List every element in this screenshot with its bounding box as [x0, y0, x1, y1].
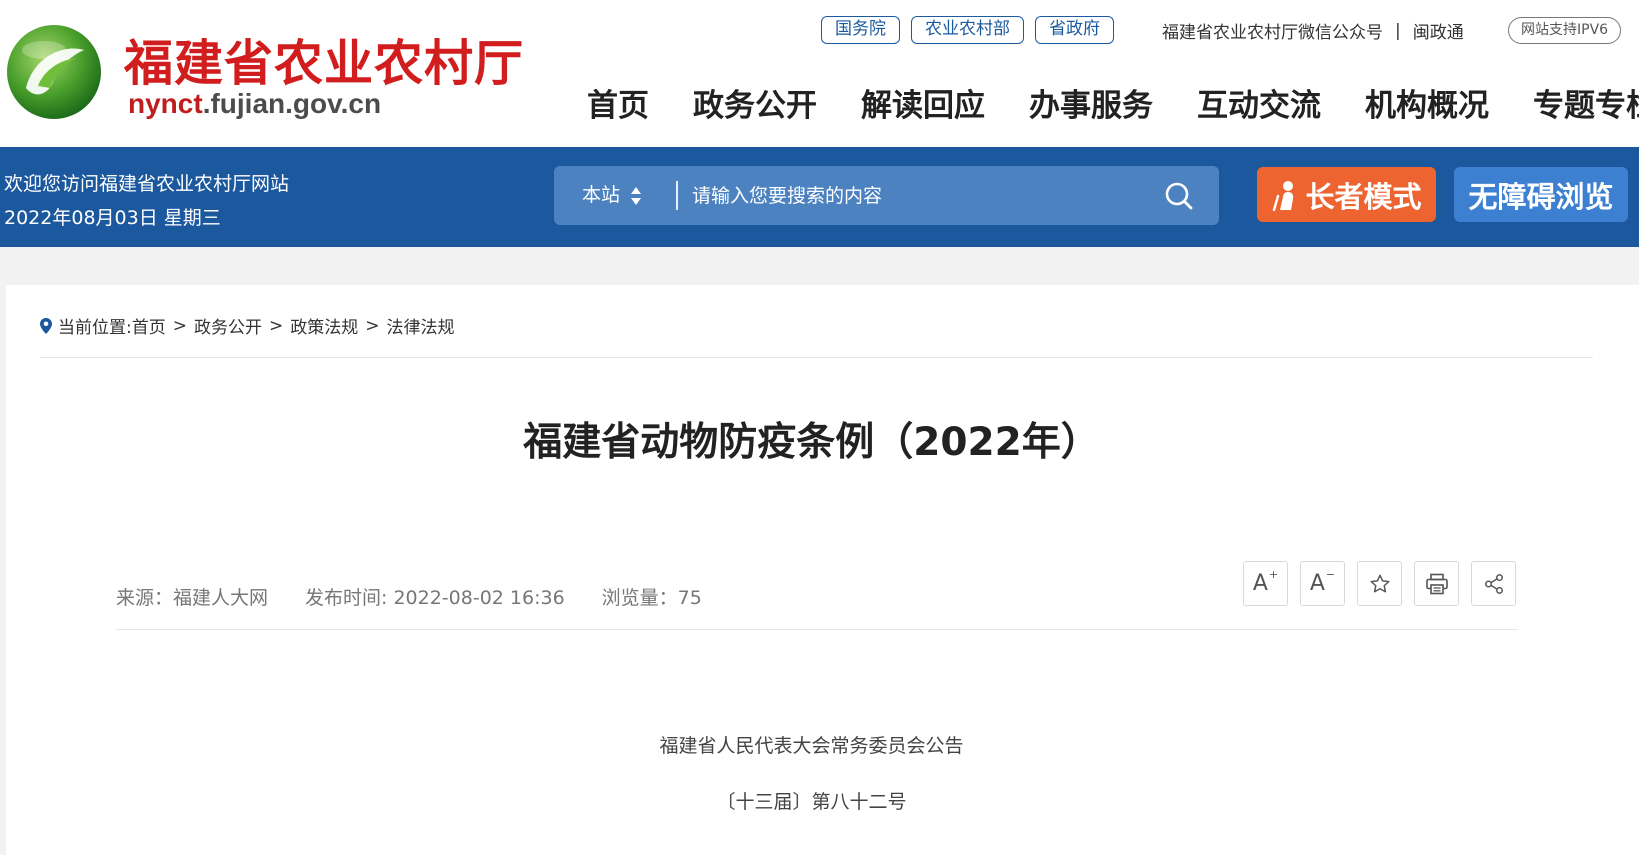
breadcrumb-divider [40, 357, 1593, 358]
ipv6-badge: 网站支持IPV6 [1508, 17, 1622, 44]
link-state-council[interactable]: 国务院 [821, 16, 900, 44]
utility-links: 福建省农业农村厅微信公众号 | 闽政通 [1162, 18, 1464, 44]
site-domain-suffix: .fujian.gov.cn [202, 88, 382, 119]
meta-divider [116, 629, 1518, 630]
share-button[interactable] [1471, 561, 1516, 606]
nav-interpretation[interactable]: 解读回应 [861, 80, 985, 125]
current-date: 2022年08月03日 星期三 [4, 207, 221, 229]
search-box: 本站 [554, 166, 1219, 225]
site-name[interactable]: 福建省农业农村厅 [124, 24, 524, 95]
article-publish-time: 发布时间: 2022-08-02 16:36 [305, 587, 565, 609]
article-meta: 来源：福建人大网 发布时间: 2022-08-02 16:36 浏览量：75 [116, 583, 739, 610]
utility-separator: | [1395, 20, 1401, 41]
search-icon[interactable] [1163, 180, 1195, 212]
font-decrease-icon: A− [1309, 567, 1336, 596]
breadcrumb-separator: > [268, 315, 284, 336]
breadcrumb-home[interactable]: 首页 [132, 313, 166, 338]
nav-gov-affairs[interactable]: 政务公开 [693, 80, 817, 125]
breadcrumb-policies[interactable]: 政策法规 [290, 313, 358, 338]
minzhengtong-link[interactable]: 闽政通 [1413, 18, 1464, 43]
location-pin-icon [40, 317, 52, 334]
nav-organization[interactable]: 机构概况 [1365, 80, 1489, 125]
elder-mode-button[interactable]: 长者模式 [1257, 167, 1436, 222]
link-province-government[interactable]: 省政府 [1035, 16, 1114, 44]
article-card: 当前位置: 首页 > 政务公开 > 政策法规 > 法律法规 福建省动物防疫条例（… [6, 285, 1639, 855]
nav-home[interactable]: 首页 [587, 80, 649, 125]
article-source: 来源：福建人大网 [116, 587, 269, 609]
page: 福建省农业农村厅 nynct.fujian.gov.cn 国务院 农业农村部 省… [0, 0, 1639, 855]
article-title: 福建省动物防疫条例（2022年） [523, 420, 1100, 465]
info-search-band: 欢迎您访问福建省农业农村厅网站 2022年08月03日 星期三 本站 请输入您要… [0, 147, 1639, 247]
welcome-block: 欢迎您访问福建省农业农村厅网站 2022年08月03日 星期三 [4, 167, 289, 235]
breadcrumb-laws[interactable]: 法律法规 [386, 313, 454, 338]
elder-mode-label: 长者模式 [1305, 179, 1422, 214]
share-icon [1484, 573, 1503, 594]
sort-updown-icon [630, 186, 642, 206]
site-domain-prefix: nynct [128, 88, 203, 119]
font-decrease-button[interactable]: A− [1300, 561, 1345, 606]
elder-person-icon [1273, 180, 1294, 211]
print-button[interactable] [1414, 561, 1459, 606]
body-paragraph: 〔十三届〕第八十二号 [716, 791, 907, 813]
font-increase-icon: A+ [1252, 567, 1279, 596]
article-views: 浏览量：75 [601, 587, 702, 609]
body-paragraph: 福建省人民代表大会常务委员会公告 [659, 735, 964, 757]
favorite-button[interactable] [1357, 561, 1402, 606]
accessibility-button[interactable]: 无障碍浏览 [1454, 167, 1628, 222]
site-logo-emblem[interactable] [4, 22, 104, 122]
welcome-text: 欢迎您访问福建省农业农村厅网站 [4, 173, 290, 195]
site-domain: nynct.fujian.gov.cn [128, 88, 381, 120]
nav-special-topics[interactable]: 专题专栏 [1533, 80, 1639, 125]
nav-interaction[interactable]: 互动交流 [1197, 80, 1321, 125]
wechat-link[interactable]: 福建省农业农村厅微信公众号 [1162, 18, 1383, 43]
site-header: 福建省农业农村厅 nynct.fujian.gov.cn 国务院 农业农村部 省… [0, 0, 1639, 147]
breadcrumb-separator: > [172, 315, 187, 336]
search-divider [676, 181, 678, 210]
star-icon [1370, 574, 1389, 593]
breadcrumb: 当前位置: 首页 > 政务公开 > 政策法规 > 法律法规 [40, 313, 454, 338]
printer-icon [1425, 573, 1448, 594]
article-tools: A+ A− [1243, 561, 1516, 606]
main-nav: 首页 政务公开 解读回应 办事服务 互动交流 机构概况 专题专栏 [587, 80, 1639, 125]
link-ministry-agriculture[interactable]: 农业农村部 [911, 16, 1024, 44]
font-increase-button[interactable]: A+ [1243, 561, 1288, 606]
breadcrumb-label: 当前位置: [58, 318, 132, 338]
search-input[interactable] [692, 176, 1132, 216]
breadcrumb-separator: > [365, 315, 380, 336]
breadcrumb-gov-affairs[interactable]: 政务公开 [194, 313, 262, 338]
top-links: 国务院 农业农村部 省政府 [821, 16, 1114, 44]
search-scope-label: 本站 [582, 184, 621, 206]
search-scope-select[interactable]: 本站 [582, 166, 642, 225]
nav-services[interactable]: 办事服务 [1029, 80, 1153, 125]
